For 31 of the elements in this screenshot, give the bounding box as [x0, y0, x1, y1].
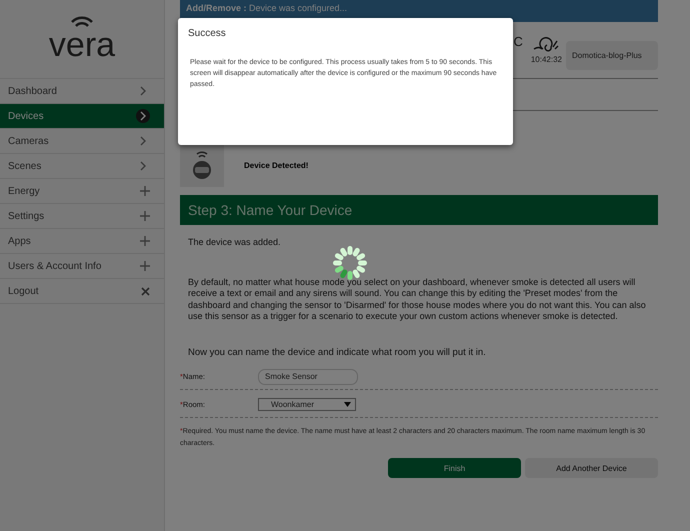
account-button[interactable]: Domotica-blog-Plus — [566, 40, 658, 70]
chevron-icon — [136, 109, 150, 123]
logo: vera — [48, 28, 116, 62]
description-text: By default, no matter what house mode you select on your dashboard, whenever smoke is detected all users will receive a text or email and any sirens will sound. You can change this by editing the 'Preset modes' from the dashboard and changing the sensor to 'Disarmed' for those house modes where you do not want this. You can also use this sensor as a trigger for a scenario to execute your own custom actions whenever smoke is detected. — [188, 276, 647, 322]
instruction-text: Now you can name the device and indicate what room you will put it in. — [188, 346, 487, 358]
detected-label: Device Detected! — [244, 160, 308, 170]
added-text: The device was added. — [188, 237, 282, 248]
name-field[interactable]: Smoke Sensor — [258, 368, 358, 384]
plus-icon — [140, 211, 150, 221]
finish-button[interactable]: Finish — [388, 458, 521, 478]
sidebar-item[interactable]: Scenes — [0, 154, 164, 179]
sidebar-item[interactable]: Users & Account Info — [0, 254, 164, 279]
plus-icon — [140, 186, 150, 196]
dropdown-arrow-icon — [344, 402, 351, 407]
sensor-icon — [191, 150, 213, 180]
plus-icon — [140, 236, 150, 246]
sidebar-item[interactable]: Energy — [0, 179, 164, 204]
add-device-button[interactable]: Add Another Device — [525, 458, 658, 478]
plus-icon — [140, 261, 150, 271]
sidebar-item[interactable]: Settings — [0, 204, 164, 229]
sidebar-item[interactable]: Apps — [0, 229, 164, 254]
sidebar-item[interactable]: Devices — [0, 104, 164, 129]
sidebar-item[interactable]: Cameras — [0, 129, 164, 154]
dialog-title: Success — [188, 28, 227, 39]
snail-icon — [533, 36, 560, 54]
sidebar-item[interactable]: Logout — [0, 279, 164, 304]
clock-time: 10:42:32 — [530, 54, 562, 64]
step-header: Step 3: Name Your Device — [180, 195, 658, 225]
room-dropdown[interactable]: Woonkamer — [258, 398, 356, 411]
header-text: C — [513, 34, 523, 49]
close-icon — [141, 286, 150, 296]
